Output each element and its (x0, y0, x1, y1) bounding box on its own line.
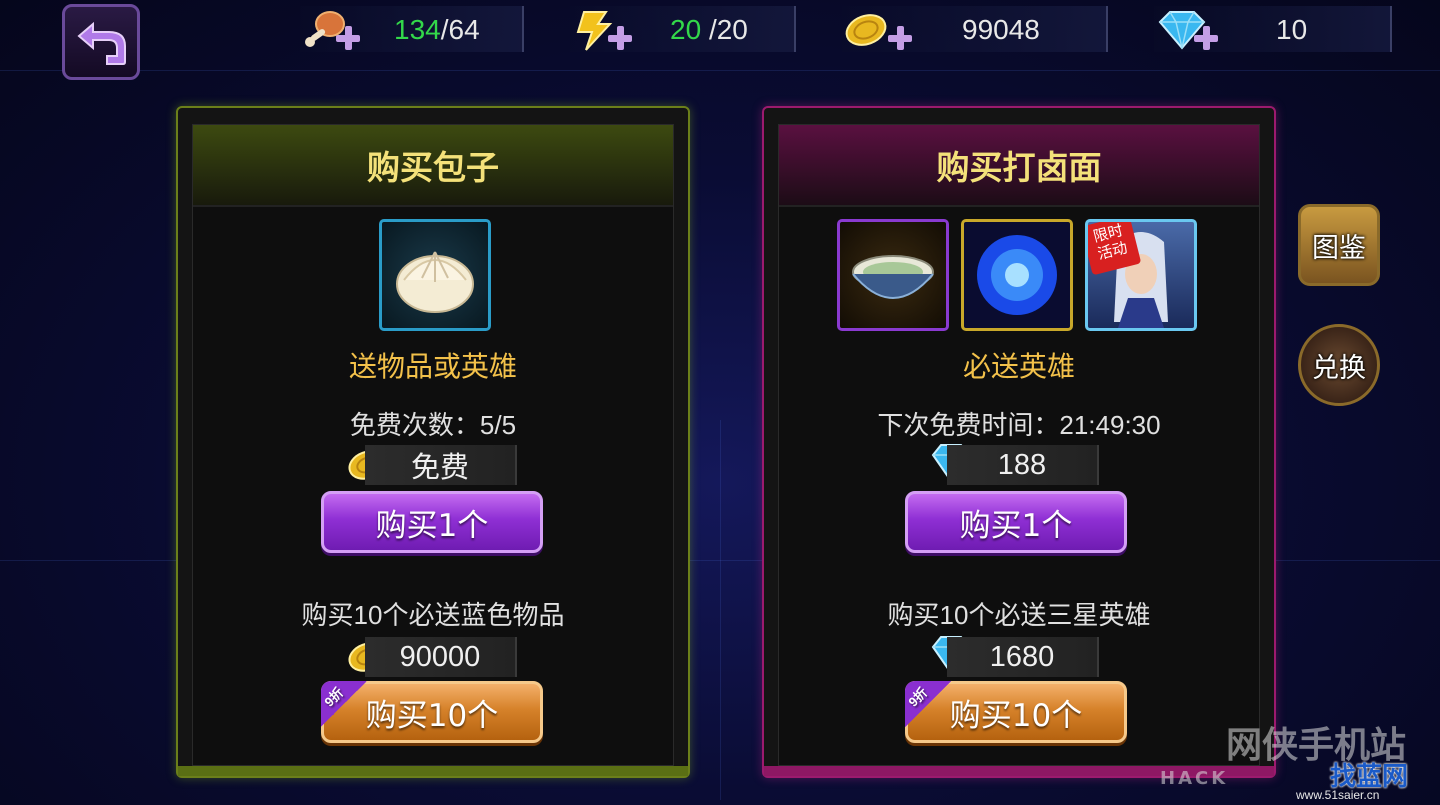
single-price: 免费 (365, 445, 517, 485)
catalog-button[interactable]: 图鉴 (1298, 204, 1380, 286)
buy-10-button[interactable]: 9折 购买10个 (321, 681, 543, 743)
ten-bonus-text: 购买10个必送蓝色物品 (301, 600, 565, 630)
panel-footer-bar (178, 766, 688, 776)
energy-current: 20 (670, 14, 702, 45)
buy-1-button[interactable]: 购买1个 (321, 491, 543, 553)
bun-item-slot[interactable] (379, 219, 491, 331)
add-gold-button[interactable] (888, 26, 912, 50)
noodle-bowl-icon (852, 255, 934, 299)
buy-noodles-panel: 购买打卤面 限时活动 必送英雄 下次免费时间：21:49:30 188 购买1个… (762, 106, 1276, 778)
add-diamond-button[interactable] (1194, 26, 1218, 50)
gold-value: 99048 (962, 14, 1040, 45)
panel-subtitle: 送物品或英雄 (348, 350, 517, 383)
watermark-logo-url: www.51saier.cn (1296, 788, 1380, 802)
blue-orb-slot[interactable] (961, 219, 1073, 331)
buy-10-label: 购买10个 (949, 697, 1083, 734)
add-energy-button[interactable] (608, 26, 632, 50)
next-free-time-text: 下次免费时间：21:49:30 (877, 410, 1161, 440)
bg-grid-line (720, 420, 721, 800)
panel-body: 购买包子 送物品或英雄 免费次数：5/5 免费 购买1个 购买10个必送蓝色物品… (192, 124, 674, 766)
diamond-value: 10 (1276, 14, 1308, 45)
hero-card-slot[interactable]: 限时活动 (1085, 219, 1197, 331)
energy-resource: 20 /20 (570, 6, 796, 52)
steamed-bun-icon (396, 251, 474, 313)
single-price: 188 (947, 445, 1099, 485)
panel-body: 购买打卤面 限时活动 必送英雄 下次免费时间：21:49:30 188 购买1个… (778, 124, 1260, 766)
panel-header: 购买打卤面 (779, 125, 1259, 207)
ten-price: 90000 (365, 637, 517, 677)
buy-10-label: 购买10个 (365, 697, 499, 734)
free-count-text: 免费次数：5/5 (349, 410, 517, 440)
buy-10-button[interactable]: 9折 购买10个 (905, 681, 1127, 743)
exchange-button[interactable]: 兑换 (1298, 324, 1380, 406)
add-stamina-button[interactable] (336, 26, 360, 50)
stamina-max: /64 (440, 14, 480, 45)
panel-title: 购买打卤面 (936, 148, 1102, 187)
noodle-bowl-slot[interactable] (837, 219, 949, 331)
energy-max: /20 (708, 14, 748, 45)
ten-price: 1680 (947, 637, 1099, 677)
stamina-current: 134 (394, 14, 441, 45)
buy-bun-panel: 购买包子 送物品或英雄 免费次数：5/5 免费 购买1个 购买10个必送蓝色物品… (176, 106, 690, 778)
top-resource-bar: 134/64 20 /20 99048 10 (0, 0, 1440, 80)
discount-badge: 9折 (321, 681, 367, 727)
panel-subtitle: 必送英雄 (962, 350, 1075, 383)
panel-header: 购买包子 (193, 125, 673, 207)
back-button[interactable] (62, 4, 140, 80)
watermark-site-url: HACK (1160, 768, 1229, 789)
bg-grid-line (0, 70, 1440, 71)
back-arrow-icon (77, 21, 126, 65)
discount-badge: 9折 (905, 681, 951, 727)
panel-title: 购买包子 (367, 148, 499, 187)
diamond-resource: 10 (1154, 6, 1392, 52)
ten-bonus-text: 购买10个必送三星英雄 (887, 600, 1151, 630)
buy-1-button[interactable]: 购买1个 (905, 491, 1127, 553)
stamina-resource: 134/64 (300, 6, 524, 52)
blue-orb-icon (977, 235, 1057, 315)
gold-resource: 99048 (842, 6, 1108, 52)
